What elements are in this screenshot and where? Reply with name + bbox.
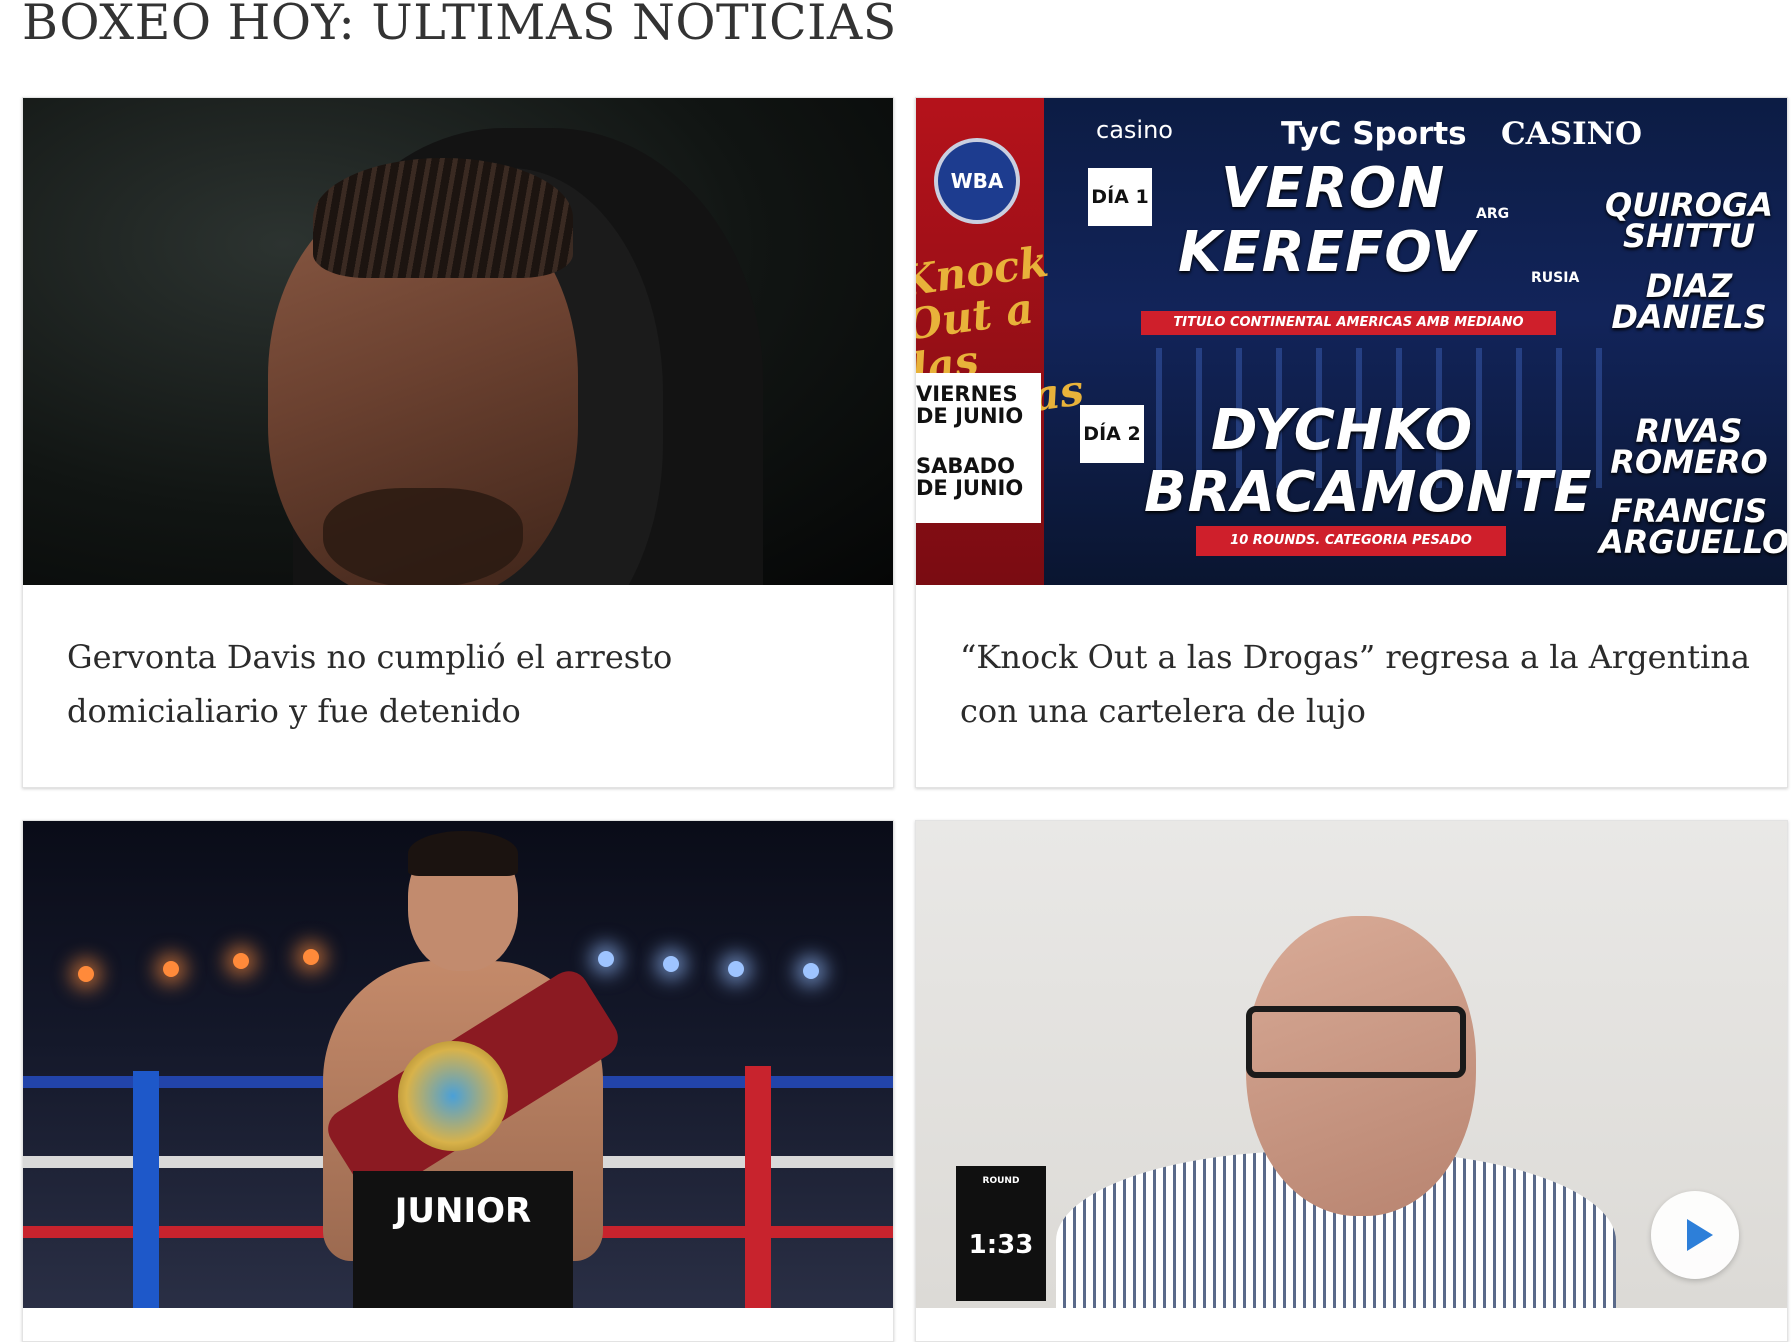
ring-light [233, 953, 249, 969]
play-button[interactable] [1651, 1191, 1739, 1279]
ring-light [163, 961, 179, 977]
day2-badge: DÍA 2 [1080, 405, 1144, 463]
article-image[interactable]: WBA Knock Out a las Drogas VIERNES DE JU… [916, 98, 1787, 585]
ring-light [78, 966, 94, 982]
ring-light [663, 956, 679, 972]
fighter-name: ROMERO [1610, 443, 1768, 481]
title-strip: 10 ROUNDS. CATEGORIA PESADO [1196, 526, 1506, 556]
fighter-name: KEREFOV [1178, 220, 1476, 285]
fighter-name: DANIELS [1611, 298, 1767, 336]
article-headline[interactable]: “Knock Out a las Drogas” regresa a la Ar… [960, 630, 1757, 738]
fighter-name: VERON [1221, 156, 1446, 221]
sponsor-casino-logo: casino [1096, 116, 1173, 144]
sponsor-tyc-logo: TyC Sports [1281, 116, 1467, 152]
ring-light [728, 961, 744, 977]
side-bout: DIAZ DANIELS [1599, 270, 1779, 336]
news-card[interactable]: Gervonta Davis no cumplió el arresto dom… [22, 97, 894, 788]
date-line: DE JUNIO [916, 404, 1024, 428]
article-headline[interactable]: Gervonta Davis no cumplió el arresto dom… [67, 630, 863, 738]
ring-light [598, 951, 614, 967]
side-bout: FRANCIS ARGUELLO [1599, 495, 1787, 561]
news-card[interactable]: WBA Knock Out a las Drogas VIERNES DE JU… [915, 97, 1788, 788]
article-image[interactable]: JUNIOR [23, 821, 893, 1308]
video-thumbnail[interactable]: ROUND 1:33 [916, 821, 1787, 1308]
date-line: VIERNES [916, 382, 1018, 406]
channel-logo: ROUND 1:33 [956, 1166, 1046, 1301]
boxer-shorts: JUNIOR [353, 1171, 573, 1308]
fighter-name: SHITTU [1622, 217, 1756, 255]
ring-light [803, 963, 819, 979]
ring-light [303, 949, 319, 965]
belt-plate [398, 1041, 508, 1151]
fighter-country: RUSIA [1531, 270, 1580, 286]
ring-post [745, 1066, 771, 1308]
fighter-name: ARGUELLO [1599, 523, 1787, 561]
date-line: SABADO [916, 454, 1015, 478]
beard-shape [323, 488, 523, 585]
play-icon [1687, 1219, 1713, 1251]
channel-logo-text: ROUND [982, 1176, 1020, 1186]
news-card[interactable]: JUNIOR [22, 820, 894, 1342]
boxer-hair [408, 831, 518, 876]
sponsor-casino-ba-logo: CASINO [1501, 116, 1642, 152]
fighter-country: ARG [1476, 206, 1510, 222]
ring-post [133, 1071, 159, 1308]
video-duration: 1:33 [968, 1230, 1034, 1260]
poster-date-box: VIERNES DE JUNIO SABADO DE JUNIO [916, 373, 1041, 523]
article-image[interactable] [23, 98, 893, 585]
date-line: DE JUNIO [916, 476, 1024, 500]
person-glasses [1246, 1006, 1466, 1078]
day1-badge: DÍA 1 [1088, 168, 1152, 226]
fighter-name: BRACAMONTE [1144, 460, 1593, 525]
hair-shape [313, 158, 573, 278]
side-bout: QUIROGA SHITTU [1599, 189, 1779, 255]
wba-logo: WBA [934, 138, 1020, 224]
fighter-name: DYCHKO [1211, 398, 1474, 463]
news-card[interactable]: ROUND 1:33 [915, 820, 1788, 1342]
section-title: BOXEO HOY: ÚLTIMAS NOTICIAS [22, 0, 897, 51]
side-bout: RIVAS ROMERO [1599, 415, 1779, 481]
title-strip: TITULO CONTINENTAL AMERICAS AMB MEDIANO [1141, 311, 1556, 335]
